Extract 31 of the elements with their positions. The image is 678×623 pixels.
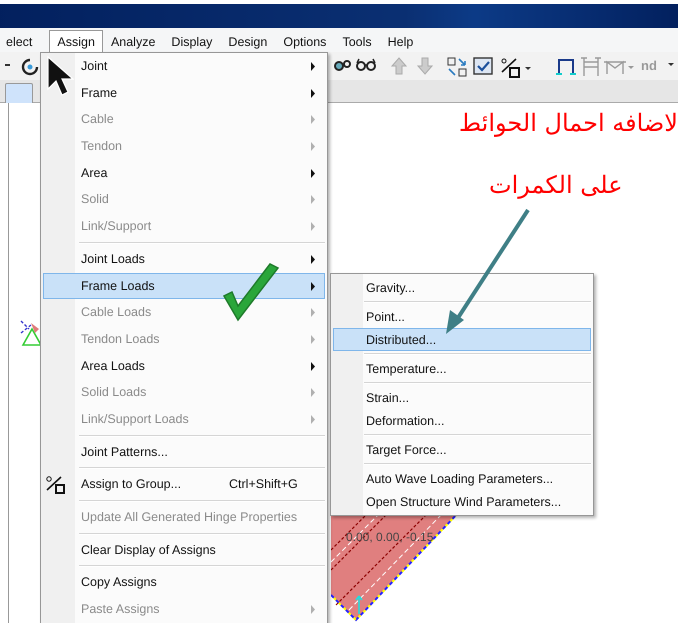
menu-item[interactable]: Area Loads	[43, 352, 325, 380]
menu-item[interactable]: Point...	[333, 305, 591, 328]
menu-item[interactable]: Temperature...	[333, 357, 591, 380]
menu-item[interactable]: Joint	[43, 53, 325, 80]
menu-item[interactable]: Joint Loads	[43, 246, 325, 272]
menu-bar-item[interactable]: Help	[380, 30, 422, 52]
menu-item[interactable]: Assign to Group... Ctrl+Shift+G	[43, 471, 325, 498]
menu-item[interactable]: Strain...	[333, 386, 591, 409]
menu-bar-item[interactable]: Display	[163, 30, 220, 52]
menu-bar-item[interactable]: Assign	[49, 30, 103, 52]
menu-item[interactable]: Auto Wave Loading Parameters...	[333, 467, 591, 490]
shortcut-label: Ctrl+Shift+G	[229, 476, 298, 494]
menu-item[interactable]: Clear Display of Assigns	[43, 536, 325, 564]
menu-item[interactable]: Open Structure Wind Parameters...	[333, 490, 591, 513]
menu-item[interactable]: Distributed...	[333, 328, 591, 351]
menu-item[interactable]: Gravity...	[333, 276, 591, 299]
menu-bar-item[interactable]: Analyze	[102, 30, 164, 52]
annotation-text: لاضافه احمال الحوائط	[458, 109, 678, 137]
menu-item[interactable]: Area	[43, 160, 325, 186]
menu-item[interactable]: Target Force...	[333, 438, 591, 461]
menu-bar-item[interactable]: elect	[0, 30, 44, 52]
menu-bar-item[interactable]: Options	[275, 30, 334, 52]
menu-item[interactable]: Deformation...	[333, 409, 591, 432]
annotation-text: على الكمرات	[489, 171, 623, 199]
menu-bar-item[interactable]: Tools	[334, 30, 380, 52]
menu-item[interactable]: Joint Patterns...	[43, 438, 325, 466]
menu-item[interactable]: Copy Assigns	[43, 569, 325, 596]
toolbar-label: nd	[641, 58, 657, 73]
menu-item[interactable]: Frame	[43, 80, 325, 106]
menu-bar-item[interactable]: Design	[220, 30, 276, 52]
menu-item[interactable]: Frame Loads	[43, 272, 325, 300]
